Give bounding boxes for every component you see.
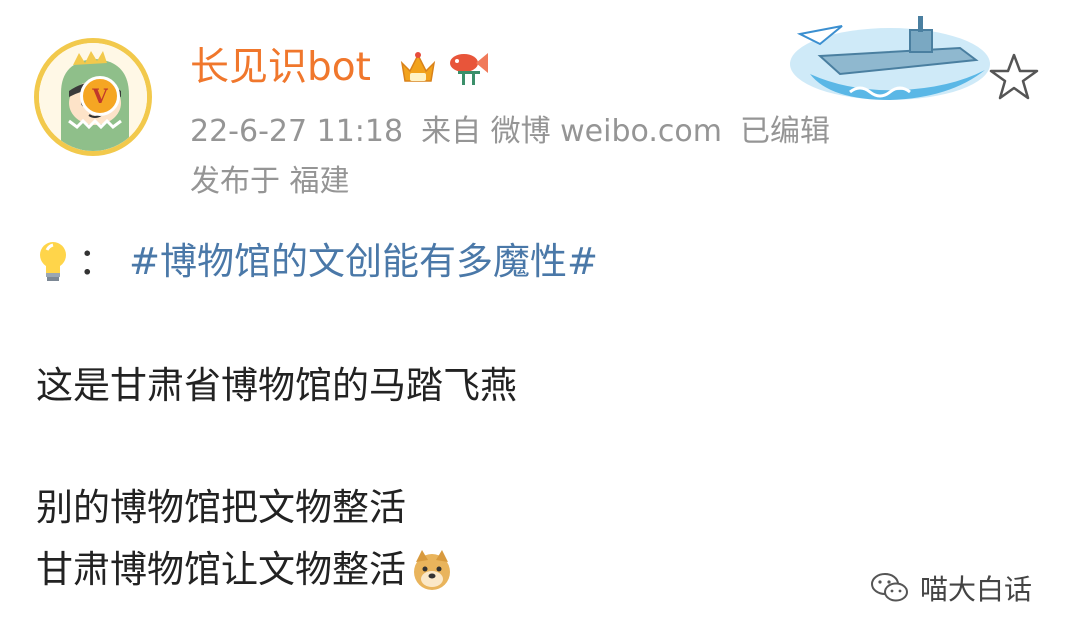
crown-vip-icon[interactable] bbox=[398, 47, 438, 87]
post-timestamp: 22-6-27 11:18 bbox=[190, 114, 404, 149]
post-line-3: 甘肃博物馆让文物整活 bbox=[36, 548, 406, 591]
author-name[interactable]: 长见识bot bbox=[190, 44, 371, 92]
post-line-3-row: 甘肃博物馆让文物整活 bbox=[36, 546, 454, 594]
wechat-icon bbox=[871, 573, 908, 602]
edited-label[interactable]: 已编辑 bbox=[740, 114, 830, 149]
lightbulb-icon bbox=[40, 242, 66, 281]
post-meta: 22-6-27 11:18 来自 微博 weibo.com 已编辑 bbox=[190, 113, 848, 151]
favorite-star-icon[interactable] bbox=[988, 52, 1040, 102]
watermark-text: 喵大白话 bbox=[920, 573, 1033, 606]
fish-badge-icon[interactable] bbox=[448, 47, 492, 87]
post-source[interactable]: 来自 微博 weibo.com bbox=[421, 114, 722, 149]
wechat-watermark: 喵大白话 bbox=[870, 568, 1032, 608]
topic-line: ： #博物馆的文创能有多魔性# bbox=[36, 238, 598, 286]
verified-badge-icon: V bbox=[80, 76, 120, 116]
post-location: 发布于 福建 bbox=[190, 164, 350, 199]
doge-icon bbox=[414, 550, 450, 590]
topic-colon: ： bbox=[78, 240, 115, 283]
post-line-1: 这是甘肃省博物馆的马踏飞燕 bbox=[36, 364, 517, 407]
post-line-2: 别的博物馆把文物整活 bbox=[36, 486, 406, 529]
hashtag-link[interactable]: #博物馆的文创能有多魔性# bbox=[129, 238, 598, 286]
user-badges bbox=[398, 44, 492, 90]
ship-card-decoration-icon bbox=[790, 16, 990, 100]
